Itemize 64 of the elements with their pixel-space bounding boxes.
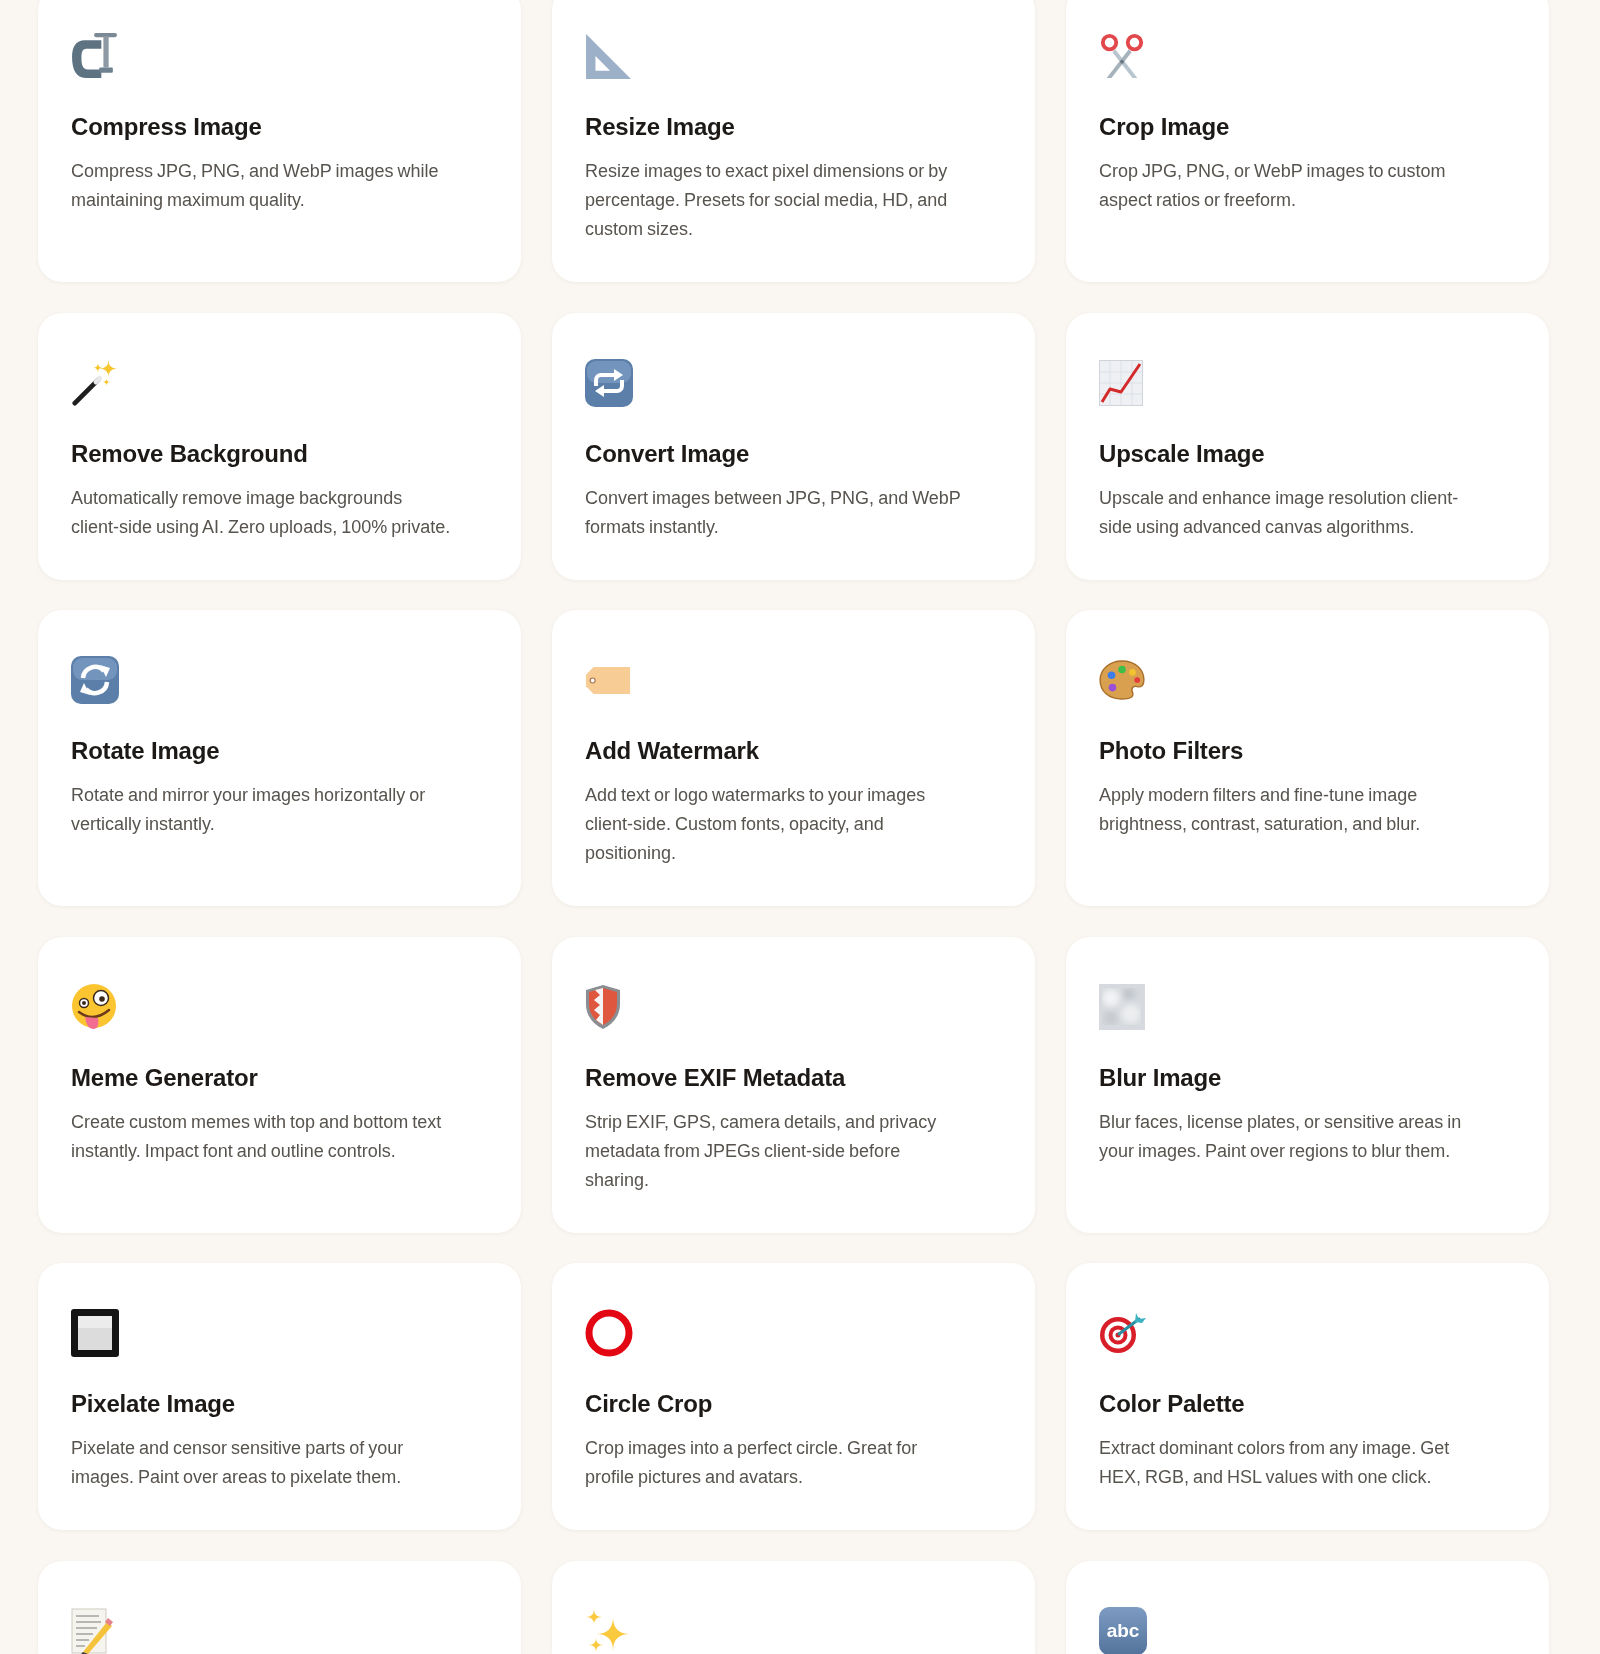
tool-title: Crop Image [1099,112,1231,142]
tool-title: Photo Filters [1099,736,1245,766]
shield-icon [585,983,621,1030]
tool-description: Crop images into a perfect circle. Great for profile pictures and avatars. [585,1437,919,1489]
rising-chart-icon [1099,359,1143,406]
tool-title: Upscale Image [1099,438,1266,469]
scissors-icon [1099,33,1145,79]
letters-tile-icon: abc [1099,1606,1147,1654]
tool-description: Extract dominant colors from any image. Get HEX, RGB, and HSL values with one click. [1099,1437,1451,1489]
tool-card[interactable]: Remove EXIF Metadata Strip EXIF, GPS, camera details, and privacy metadata from JPEGs client-side before sharing. [552,936,1035,1233]
tool-card[interactable]: abc [1066,1560,1549,1654]
tool-title: Add Watermark [585,736,760,766]
tool-card[interactable]: Compress Image Compress JPG, PNG, and WebP images while maintaining maximum quality. [38,0,521,282]
tool-card[interactable] [552,1560,1035,1654]
memo-pencil-icon [71,1607,113,1654]
tool-description: Add text or logo watermarks to your images client-side. Custom fonts, opacity, and positioning. [585,784,927,865]
tool-title: Circle Crop [585,1389,714,1419]
tool-description: Blur faces, license plates, or sensitive areas in your images. Paint over regions to blur them. [1099,1110,1463,1163]
tool-card[interactable]: Remove Background Automatically remove image backgrounds client-side using AI. Zero uploads, 100% private. [38,312,521,580]
tool-title: Compress Image [71,112,263,142]
tool-title: Remove EXIF Metadata [585,1062,847,1093]
tool-title: Remove Background [71,438,309,469]
clamp-icon [71,33,117,79]
palette-icon [1099,660,1145,700]
tool-card[interactable]: Rotate Image Rotate and mirror your images horizontally or vertically instantly. [38,610,521,906]
tool-description: Compress JPG, PNG, and WebP images while maintaining maximum quality. [71,160,440,212]
tool-description: Apply modern filters and fine-tune image brightness, contrast, saturation, and blur. [1099,784,1422,836]
magic-wand-icon [71,359,117,406]
tool-card[interactable]: Photo Filters Apply modern filters and fine-tune image brightness, contrast, saturation, and blur. [1066,610,1549,906]
tool-title: Meme Generator [71,1062,259,1093]
tool-description: Rotate and mirror your images horizontally or vertically instantly. [71,784,427,836]
tool-title: Pixelate Image [71,1389,236,1419]
tool-card[interactable]: Convert Image Convert images between JPG, PNG, and WebP formats instantly. [552,312,1035,580]
ring-icon [585,1309,633,1357]
tool-card[interactable]: Blur Image Blur faces, license plates, or sensitive areas in your images. Paint over regions to blur them. [1066,936,1549,1233]
tool-card[interactable]: Pixelate Image Pixelate and censor sensitive parts of your images. Paint over areas to pixelate them. [38,1263,521,1530]
tool-description: Upscale and enhance image resolution client-side using advanced canvas algorithms. [1099,486,1460,539]
tool-description: Convert images between JPG, PNG, and WebP formats instantly. [585,486,962,539]
repeat-arrows-icon [585,358,633,407]
tool-title: Rotate Image [71,736,221,766]
tool-description: Crop JPG, PNG, or WebP images to custom aspect ratios or freeform. [1099,160,1447,212]
fog-square-icon [1099,983,1145,1030]
tool-title: Color Palette [1099,1389,1246,1419]
tool-card[interactable]: Resize Image Resize images to exact pixel dimensions or by percentage. Presets for social media, HD, and custom sizes. [552,0,1035,282]
silly-face-icon [71,982,117,1031]
tool-card[interactable]: Crop Image Crop JPG, PNG, or WebP images to custom aspect ratios or freeform. [1066,0,1549,282]
tool-card[interactable]: Color Palette Extract dominant colors from any image. Get HEX, RGB, and HSL values with one click. [1066,1263,1549,1530]
dart-target-icon [1099,1312,1147,1354]
tool-card[interactable] [38,1560,521,1654]
tool-description: Create custom memes with top and bottom text instantly. Impact font and outline controls. [71,1110,443,1163]
tool-description: Strip EXIF, GPS, camera details, and privacy metadata from JPEGs client-side before sharing. [585,1110,938,1192]
tool-title: Convert Image [585,438,751,469]
tool-card[interactable]: Add Watermark Add text or logo watermarks to your images client-side. Custom fonts, opacity, and positioning. [552,610,1035,906]
tool-card[interactable]: Circle Crop Crop images into a perfect circle. Great for profile pictures and avatars. [552,1263,1035,1530]
tool-description: Automatically remove image backgrounds client-side using AI. Zero uploads, 100% private. [71,486,452,539]
tool-description: Pixelate and censor sensitive parts of your images. Paint over areas to pixelate them. [71,1437,405,1489]
tool-title: Blur Image [1099,1062,1223,1093]
square-button-icon [71,1309,119,1357]
tool-card[interactable]: Upscale Image Upscale and enhance image resolution client-side using advanced canvas algorithms. [1066,312,1549,580]
tool-description: Resize images to exact pixel dimensions or by percentage. Presets for social media, HD, and custom sizes. [585,160,949,241]
tool-card[interactable]: Meme Generator Create custom memes with top and bottom text instantly. Impact font and outline controls. [38,936,521,1233]
tool-title: Resize Image [585,112,736,142]
circular-arrows-icon [71,656,119,704]
tag-icon [585,665,631,695]
